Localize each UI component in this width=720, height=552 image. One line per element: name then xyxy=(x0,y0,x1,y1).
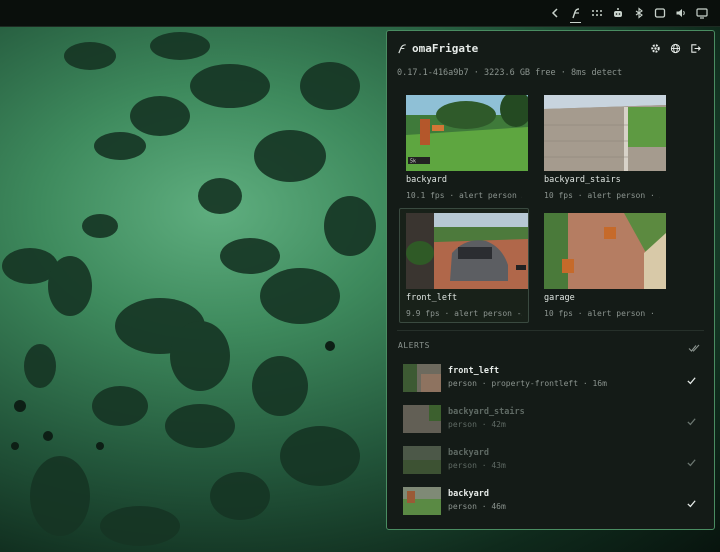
system-tray xyxy=(544,0,712,26)
acknowledge-check-icon[interactable] xyxy=(686,412,697,426)
globe-icon[interactable] xyxy=(670,43,682,55)
camera-thumbnail xyxy=(544,213,666,289)
alert-meta: person · 43m xyxy=(448,461,506,470)
alert-camera: front_left xyxy=(448,366,500,376)
camera-name: backyard xyxy=(406,175,447,185)
panel-actions xyxy=(650,43,702,55)
acknowledge-check-icon[interactable] xyxy=(686,494,697,508)
alert-meta: person · 46m xyxy=(448,502,506,511)
frigate-icon[interactable] xyxy=(565,0,586,26)
camera-meta: 10 fps · alert person · 2h xyxy=(544,309,660,318)
camera-name: garage xyxy=(544,293,575,303)
camera-thumbnail: 5k xyxy=(406,95,528,171)
camera-name: backyard_stairs xyxy=(544,175,621,185)
alert-thumbnail xyxy=(403,364,441,392)
camera-meta: 9.9 fps · alert person -… xyxy=(406,309,522,318)
camera-grid: 5k backyard 10.1 fps · alert person … ba… xyxy=(399,90,704,323)
alert-thumbnail xyxy=(403,446,441,474)
bluetooth-icon[interactable] xyxy=(628,0,649,26)
acknowledge-check-icon[interactable] xyxy=(686,453,697,467)
alert-thumbnail xyxy=(403,487,441,515)
status-line: 0.17.1-416a9b7 · 3223.6 GB free · 8ms de… xyxy=(397,68,623,78)
robot-icon[interactable] xyxy=(607,0,628,26)
display-icon[interactable] xyxy=(649,0,670,26)
frigate-logo-icon xyxy=(398,44,406,54)
frigate-panel: omaFrigate 0.17.1-416a9b7 · 3223.6 GB fr… xyxy=(386,30,715,530)
panel-header: omaFrigate xyxy=(397,42,478,55)
camera-meta: 10.1 fps · alert person … xyxy=(406,191,522,200)
alert-item[interactable]: backyard person · 43m xyxy=(403,444,703,476)
alert-item[interactable]: backyard person · 46m xyxy=(403,485,703,517)
grid-dots-icon[interactable] xyxy=(586,0,607,26)
alerts-heading: ALERTS xyxy=(398,341,430,350)
camera-tile-backyard[interactable]: 5k backyard 10.1 fps · alert person … xyxy=(399,90,529,205)
alert-thumbnail xyxy=(403,405,441,433)
settings-gear-icon[interactable] xyxy=(650,43,662,55)
chevron-left-icon[interactable] xyxy=(544,0,565,26)
camera-meta: 10 fps · alert person · … xyxy=(544,191,660,200)
alert-camera: backyard xyxy=(448,448,489,458)
alert-camera: backyard xyxy=(448,489,489,499)
alert-meta: person · property-frontleft · 16m xyxy=(448,379,607,388)
alert-camera: backyard_stairs xyxy=(448,407,525,417)
alert-item[interactable]: backyard_stairs person · 42m xyxy=(403,403,703,435)
logout-icon[interactable] xyxy=(690,43,702,55)
monitor-icon[interactable] xyxy=(691,0,712,26)
volume-icon[interactable] xyxy=(670,0,691,26)
alert-item[interactable]: front_left person · property-frontleft ·… xyxy=(403,362,703,394)
camera-tile-garage[interactable]: garage 10 fps · alert person · 2h xyxy=(537,208,667,323)
svg-text:5k: 5k xyxy=(410,159,416,165)
camera-tile-backyard-stairs[interactable]: backyard_stairs 10 fps · alert person · … xyxy=(537,90,667,205)
panel-title: omaFrigate xyxy=(412,42,479,55)
acknowledge-all-icon[interactable] xyxy=(688,339,700,352)
alert-meta: person · 42m xyxy=(448,420,506,429)
camera-thumbnail xyxy=(406,213,528,289)
camera-name: front_left xyxy=(406,293,458,303)
camera-thumbnail xyxy=(544,95,666,171)
top-bar xyxy=(0,0,720,27)
camera-tile-front-left[interactable]: front_left 9.9 fps · alert person -… xyxy=(399,208,529,323)
divider xyxy=(397,330,704,331)
acknowledge-check-icon[interactable] xyxy=(686,371,697,385)
